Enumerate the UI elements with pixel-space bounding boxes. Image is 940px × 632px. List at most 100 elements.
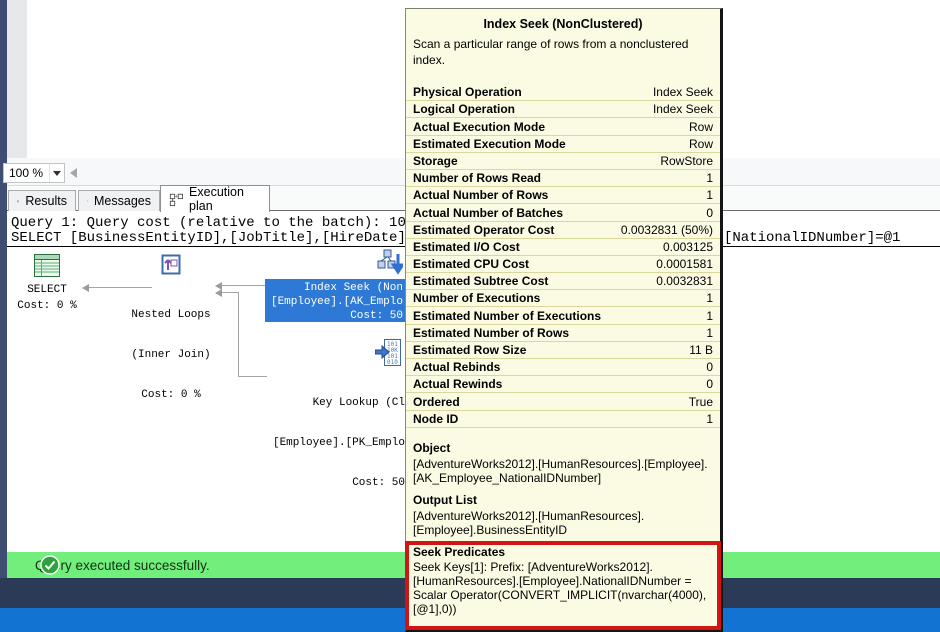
tab-results-label: Results bbox=[25, 194, 67, 208]
tab-execution-plan-label: Execution plan bbox=[189, 185, 261, 213]
operator-tooltip: Index Seek (NonClustered) Scan a particu… bbox=[405, 8, 723, 632]
property-label: Physical Operation bbox=[413, 85, 522, 100]
tooltip-description-line1: Scan a particular range of rows from a n… bbox=[413, 36, 713, 52]
key-lookup-line1: Key Lookup (Cl bbox=[265, 397, 405, 411]
property-value: 0.0032831 (50%) bbox=[621, 223, 713, 238]
plan-node-select-label[interactable]: SELECT bbox=[12, 284, 82, 297]
tooltip-property-row: Estimated CPU Cost 0.0001581 bbox=[406, 256, 720, 273]
tooltip-property-row: Actual Number of Batches 0 bbox=[406, 204, 720, 221]
tooltip-property-row: Actual Rebinds 0 bbox=[406, 359, 720, 376]
property-value: 1 bbox=[706, 171, 713, 186]
property-value: 0.003125 bbox=[663, 240, 713, 255]
property-label: Node ID bbox=[413, 412, 458, 427]
messages-document-icon bbox=[87, 194, 88, 208]
property-value: 0.0032831 bbox=[656, 274, 713, 289]
chevron-down-icon bbox=[53, 171, 61, 176]
property-label: Ordered bbox=[413, 395, 460, 410]
property-value: Row bbox=[689, 120, 713, 135]
zoom-value: 100 % bbox=[4, 166, 49, 180]
connector-keylookup-elbow-vertical bbox=[238, 292, 239, 376]
tooltip-property-rows: Physical Operation Index Seek Logical Op… bbox=[406, 84, 720, 428]
tooltip-property-row: Estimated Operator Cost 0.0032831 (50%) bbox=[406, 222, 720, 239]
property-label: Estimated Subtree Cost bbox=[413, 274, 548, 289]
seek-predicates-heading: Seek Predicates bbox=[413, 545, 505, 559]
tooltip-property-row: Physical Operation Index Seek bbox=[406, 84, 720, 101]
connector-indexseek-nestedloops bbox=[222, 285, 265, 286]
execution-plan-icon: + bbox=[169, 192, 183, 207]
ssms-window: 100 % Results Messages + bbox=[0, 0, 940, 632]
property-value: 1 bbox=[706, 309, 713, 324]
tab-results[interactable]: Results bbox=[8, 190, 76, 211]
zoom-dropdown[interactable]: 100 % bbox=[3, 163, 65, 183]
property-value: Index Seek bbox=[653, 102, 713, 117]
tooltip-property-row: Node ID 1 bbox=[406, 411, 720, 428]
nested-loops-icon bbox=[159, 251, 183, 278]
query-cost-heading: Query 1: Query cost (relative to the bat… bbox=[11, 215, 406, 231]
seek-predicates-line1: Seek Keys[1]: Prefix: [AdventureWorks201… bbox=[413, 560, 713, 574]
index-seek-line2: [Employee].[AK_Emplo bbox=[271, 296, 403, 309]
connector-keylookup-elbow-top bbox=[222, 292, 239, 293]
tooltip-property-row: Number of Rows Read 1 bbox=[406, 170, 720, 187]
property-label: Estimated I/O Cost bbox=[413, 240, 520, 255]
object-line1: [AdventureWorks2012].[HumanResources].[E… bbox=[413, 457, 713, 471]
object-line2: [AK_Employee_NationalIDNumber] bbox=[413, 471, 713, 485]
connector-keylookup-elbow-bottom bbox=[238, 376, 267, 377]
svg-text:+: + bbox=[175, 193, 178, 199]
property-label: Storage bbox=[413, 154, 458, 169]
property-value: 1 bbox=[706, 188, 713, 203]
success-message: Query executed successfully. bbox=[35, 558, 210, 573]
tooltip-property-row: Estimated I/O Cost 0.003125 bbox=[406, 239, 720, 256]
tooltip-property-row: Actual Number of Rows 1 bbox=[406, 187, 720, 204]
object-heading: Object bbox=[413, 441, 450, 455]
tab-execution-plan[interactable]: + Execution plan bbox=[160, 185, 270, 212]
tooltip-title: Index Seek (NonClustered) bbox=[406, 17, 720, 31]
property-label: Estimated Number of Rows bbox=[413, 326, 569, 341]
arrow-to-select-icon bbox=[82, 284, 89, 292]
property-label: Actual Rebinds bbox=[413, 360, 500, 375]
property-label: Estimated Operator Cost bbox=[413, 223, 554, 238]
tooltip-property-row: Estimated Row Size 11 B bbox=[406, 342, 720, 359]
tooltip-property-row: Estimated Number of Rows 1 bbox=[406, 325, 720, 342]
property-value: Index Seek bbox=[653, 85, 713, 100]
output-list-line2: [Employee].BusinessEntityID bbox=[413, 523, 713, 537]
arrow-from-keylookup-icon bbox=[215, 289, 222, 297]
tooltip-property-row: Estimated Number of Executions 1 bbox=[406, 307, 720, 324]
svg-text:010: 010 bbox=[387, 359, 398, 366]
tooltip-description: Scan a particular range of rows from a n… bbox=[413, 36, 713, 68]
property-label: Actual Execution Mode bbox=[413, 120, 545, 135]
property-label: Number of Executions bbox=[413, 291, 540, 306]
tooltip-property-row: Estimated Execution Mode Row bbox=[406, 136, 720, 153]
seek-predicates-line2: [HumanResources].[Employee].NationalIDNu… bbox=[413, 574, 713, 588]
tab-messages[interactable]: Messages bbox=[78, 190, 160, 211]
key-lookup-line3: Cost: 50 bbox=[265, 477, 405, 491]
property-value: 0.0001581 bbox=[656, 257, 713, 272]
zoom-dropdown-button[interactable] bbox=[49, 164, 64, 182]
tooltip-description-line2: index. bbox=[413, 52, 713, 68]
property-label: Estimated Row Size bbox=[413, 343, 526, 358]
plan-node-nested-loops[interactable]: Nested Loops (Inner Join) Cost: 0 % bbox=[121, 283, 221, 429]
index-seek-icon bbox=[376, 248, 403, 278]
results-grid-icon bbox=[17, 195, 19, 208]
nested-loops-line3: Cost: 0 % bbox=[121, 389, 221, 403]
scrollbar-left-arrow[interactable] bbox=[70, 168, 77, 178]
plan-node-index-seek-selected[interactable]: Index Seek (Non [Employee].[AK_Emplo Cos… bbox=[265, 279, 405, 322]
connector-nestedloops-select bbox=[89, 287, 152, 288]
tab-messages-label: Messages bbox=[94, 194, 151, 208]
key-lookup-line2: [Employee].[PK_Emplo bbox=[265, 437, 405, 451]
query-statement-link-right[interactable]: [NationalIDNumber]=@1 bbox=[724, 230, 900, 246]
property-value: 1 bbox=[706, 326, 713, 341]
property-label: Actual Number of Batches bbox=[413, 206, 563, 221]
plan-node-key-lookup[interactable]: Key Lookup (Cl [Employee].[PK_Emplo Cost… bbox=[265, 371, 405, 517]
property-label: Actual Rewinds bbox=[413, 377, 502, 392]
property-label: Estimated CPU Cost bbox=[413, 257, 529, 272]
query-statement-link[interactable]: SELECT [BusinessEntityID],[JobTitle],[Hi… bbox=[11, 230, 406, 246]
tooltip-property-row: Actual Rewinds 0 bbox=[406, 376, 720, 393]
success-check-icon bbox=[40, 555, 60, 575]
property-label: Logical Operation bbox=[413, 102, 515, 117]
tooltip-property-row: Logical Operation Index Seek bbox=[406, 101, 720, 118]
tooltip-property-row: Number of Executions 1 bbox=[406, 290, 720, 307]
tooltip-property-row: Storage RowStore bbox=[406, 153, 720, 170]
tooltip-property-row: Ordered True bbox=[406, 393, 720, 410]
key-lookup-icon: 101 10K 101 010 bbox=[375, 338, 402, 368]
nested-loops-line1: Nested Loops bbox=[121, 309, 221, 323]
